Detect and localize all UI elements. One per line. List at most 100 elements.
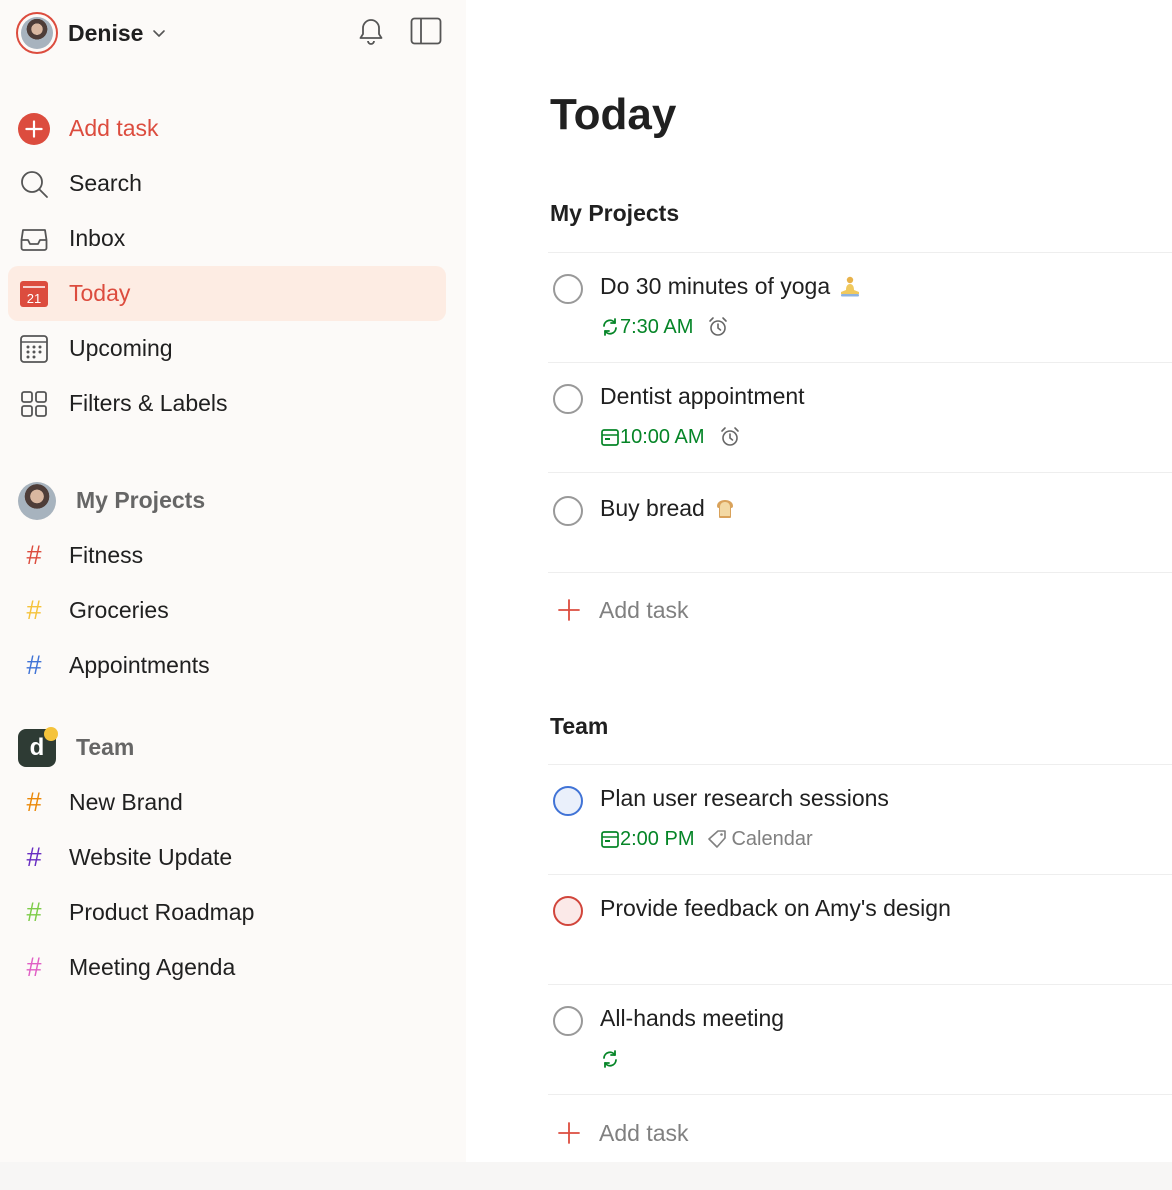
task-checkbox[interactable]: [553, 896, 583, 926]
alarm-icon: [720, 427, 739, 446]
task-meta: [600, 1047, 620, 1071]
task-item[interactable]: Provide feedback on Amy's design: [548, 874, 1172, 984]
calendar-icon: [601, 429, 619, 446]
sidebar-item-today[interactable]: 21 Today: [8, 266, 446, 321]
filters-grid-icon: [18, 388, 50, 420]
divider: [548, 1094, 1172, 1095]
sidebar-item-label: Upcoming: [69, 335, 173, 361]
sidebar-item-inbox[interactable]: Inbox: [8, 211, 446, 266]
sidebar-project-meeting-agenda[interactable]: # Meeting Agenda: [8, 940, 446, 995]
task-checkbox[interactable]: [553, 1006, 583, 1036]
project-label: Groceries: [69, 597, 169, 623]
task-item[interactable]: Plan user research sessions 2:00 PM Cale…: [548, 764, 1172, 874]
task-title: Buy bread: [600, 495, 737, 522]
sidebar: Denise Add task Search Inbox 21 Today Up…: [0, 0, 466, 1162]
hash-icon: #: [26, 897, 42, 927]
avatar: [16, 12, 58, 54]
sidebar-item-label: Filters & Labels: [69, 390, 228, 416]
sidebar-project-fitness[interactable]: # Fitness: [8, 528, 446, 583]
task-title: Dentist appointment: [600, 383, 805, 409]
group-label: My Projects: [76, 487, 206, 513]
plus-icon: [558, 1122, 580, 1144]
group-team[interactable]: d Team: [8, 720, 446, 775]
task-checkbox[interactable]: [553, 384, 583, 414]
section-title: Team: [550, 713, 609, 739]
calendar-icon: [601, 831, 619, 848]
sidebar-item-label: Today: [69, 280, 131, 306]
task-title: All-hands meeting: [600, 1005, 785, 1031]
sidebar-item-search[interactable]: Search: [8, 156, 446, 211]
hash-icon: #: [26, 787, 42, 817]
task-item[interactable]: Dentist appointment 10:00 AM: [548, 362, 1172, 472]
task-time: 7:30 AM: [620, 315, 694, 338]
sidebar-project-groceries[interactable]: # Groceries: [8, 583, 446, 638]
page-title: Today: [550, 90, 677, 139]
alarm-icon: [709, 317, 728, 336]
sidebar-project-product-roadmap[interactable]: # Product Roadmap: [8, 885, 446, 940]
yoga-emoji-icon: [838, 275, 862, 299]
task-title-text: Do 30 minutes of yoga: [600, 273, 831, 299]
task-meta: 10:00 AM: [600, 425, 741, 449]
project-label: Fitness: [69, 542, 144, 568]
user-name: Denise: [68, 19, 144, 46]
project-label: New Brand: [69, 789, 183, 815]
task-label[interactable]: Calendar: [731, 828, 812, 851]
bell-icon[interactable]: [355, 15, 387, 47]
recurring-icon: [603, 1050, 617, 1068]
divider: [548, 572, 1172, 573]
add-task-button[interactable]: Add task: [8, 101, 446, 156]
task-checkbox[interactable]: [553, 274, 583, 304]
add-task-inline-button[interactable]: Add task: [548, 590, 689, 630]
recurring-icon: [603, 318, 617, 336]
inbox-icon: [18, 223, 50, 255]
hash-icon: #: [26, 650, 42, 680]
group-my-projects[interactable]: My Projects: [8, 473, 446, 528]
chevron-down-icon: [153, 30, 166, 37]
avatar: [18, 481, 56, 520]
sidebar-item-label: Inbox: [69, 225, 126, 251]
add-circle-icon: [18, 112, 50, 145]
task-checkbox[interactable]: [553, 496, 583, 526]
project-label: Meeting Agenda: [69, 954, 236, 980]
task-title-text: Buy bread: [600, 495, 705, 521]
label-tag-icon: [708, 830, 727, 848]
task-title: Plan user research sessions: [600, 785, 889, 811]
add-task-label: Add task: [599, 596, 689, 623]
plus-icon: [558, 599, 580, 621]
task-item[interactable]: Buy bread: [548, 472, 1172, 572]
section-title: My Projects: [550, 200, 680, 226]
task-title: Provide feedback on Amy's design: [600, 895, 951, 921]
hash-icon: #: [26, 540, 42, 570]
sidebar-item-label: Search: [69, 170, 142, 196]
user-menu[interactable]: Denise: [16, 11, 167, 55]
project-label: Website Update: [69, 844, 233, 870]
today-date: 21: [27, 291, 41, 306]
project-label: Product Roadmap: [69, 899, 255, 925]
hash-icon: #: [26, 595, 42, 625]
sidebar-item-filters-labels[interactable]: Filters & Labels: [8, 376, 446, 431]
sidebar-project-appointments[interactable]: # Appointments: [8, 638, 446, 693]
window-bottom-edge: [0, 1162, 1172, 1190]
team-logo: d: [18, 726, 58, 767]
task-checkbox[interactable]: [553, 786, 583, 816]
sidebar-toggle-icon[interactable]: [410, 15, 442, 47]
hash-icon: #: [26, 952, 42, 982]
team-logo-letter: d: [29, 733, 45, 761]
sidebar-project-website-update[interactable]: # Website Update: [8, 830, 446, 885]
task-time: 10:00 AM: [620, 425, 705, 448]
group-label: Team: [76, 734, 135, 760]
task-item[interactable]: All-hands meeting: [548, 984, 1172, 1094]
today-calendar-icon: 21: [18, 278, 50, 310]
task-title: Do 30 minutes of yoga: [600, 273, 862, 300]
add-task-label: Add task: [69, 115, 159, 141]
add-task-inline-button[interactable]: Add task: [548, 1113, 689, 1153]
main-content: Today My Projects Do 30 minutes of yoga …: [466, 0, 1172, 1162]
sidebar-item-upcoming[interactable]: Upcoming: [8, 321, 446, 376]
hash-icon: #: [26, 842, 42, 872]
add-task-label: Add task: [599, 1119, 689, 1146]
task-time: 2:00 PM: [620, 827, 695, 850]
sidebar-project-new-brand[interactable]: # New Brand: [8, 775, 446, 830]
task-meta: 7:30 AM: [600, 315, 729, 339]
project-label: Appointments: [69, 652, 210, 678]
task-item[interactable]: Do 30 minutes of yoga 7:30 AM: [548, 252, 1172, 362]
